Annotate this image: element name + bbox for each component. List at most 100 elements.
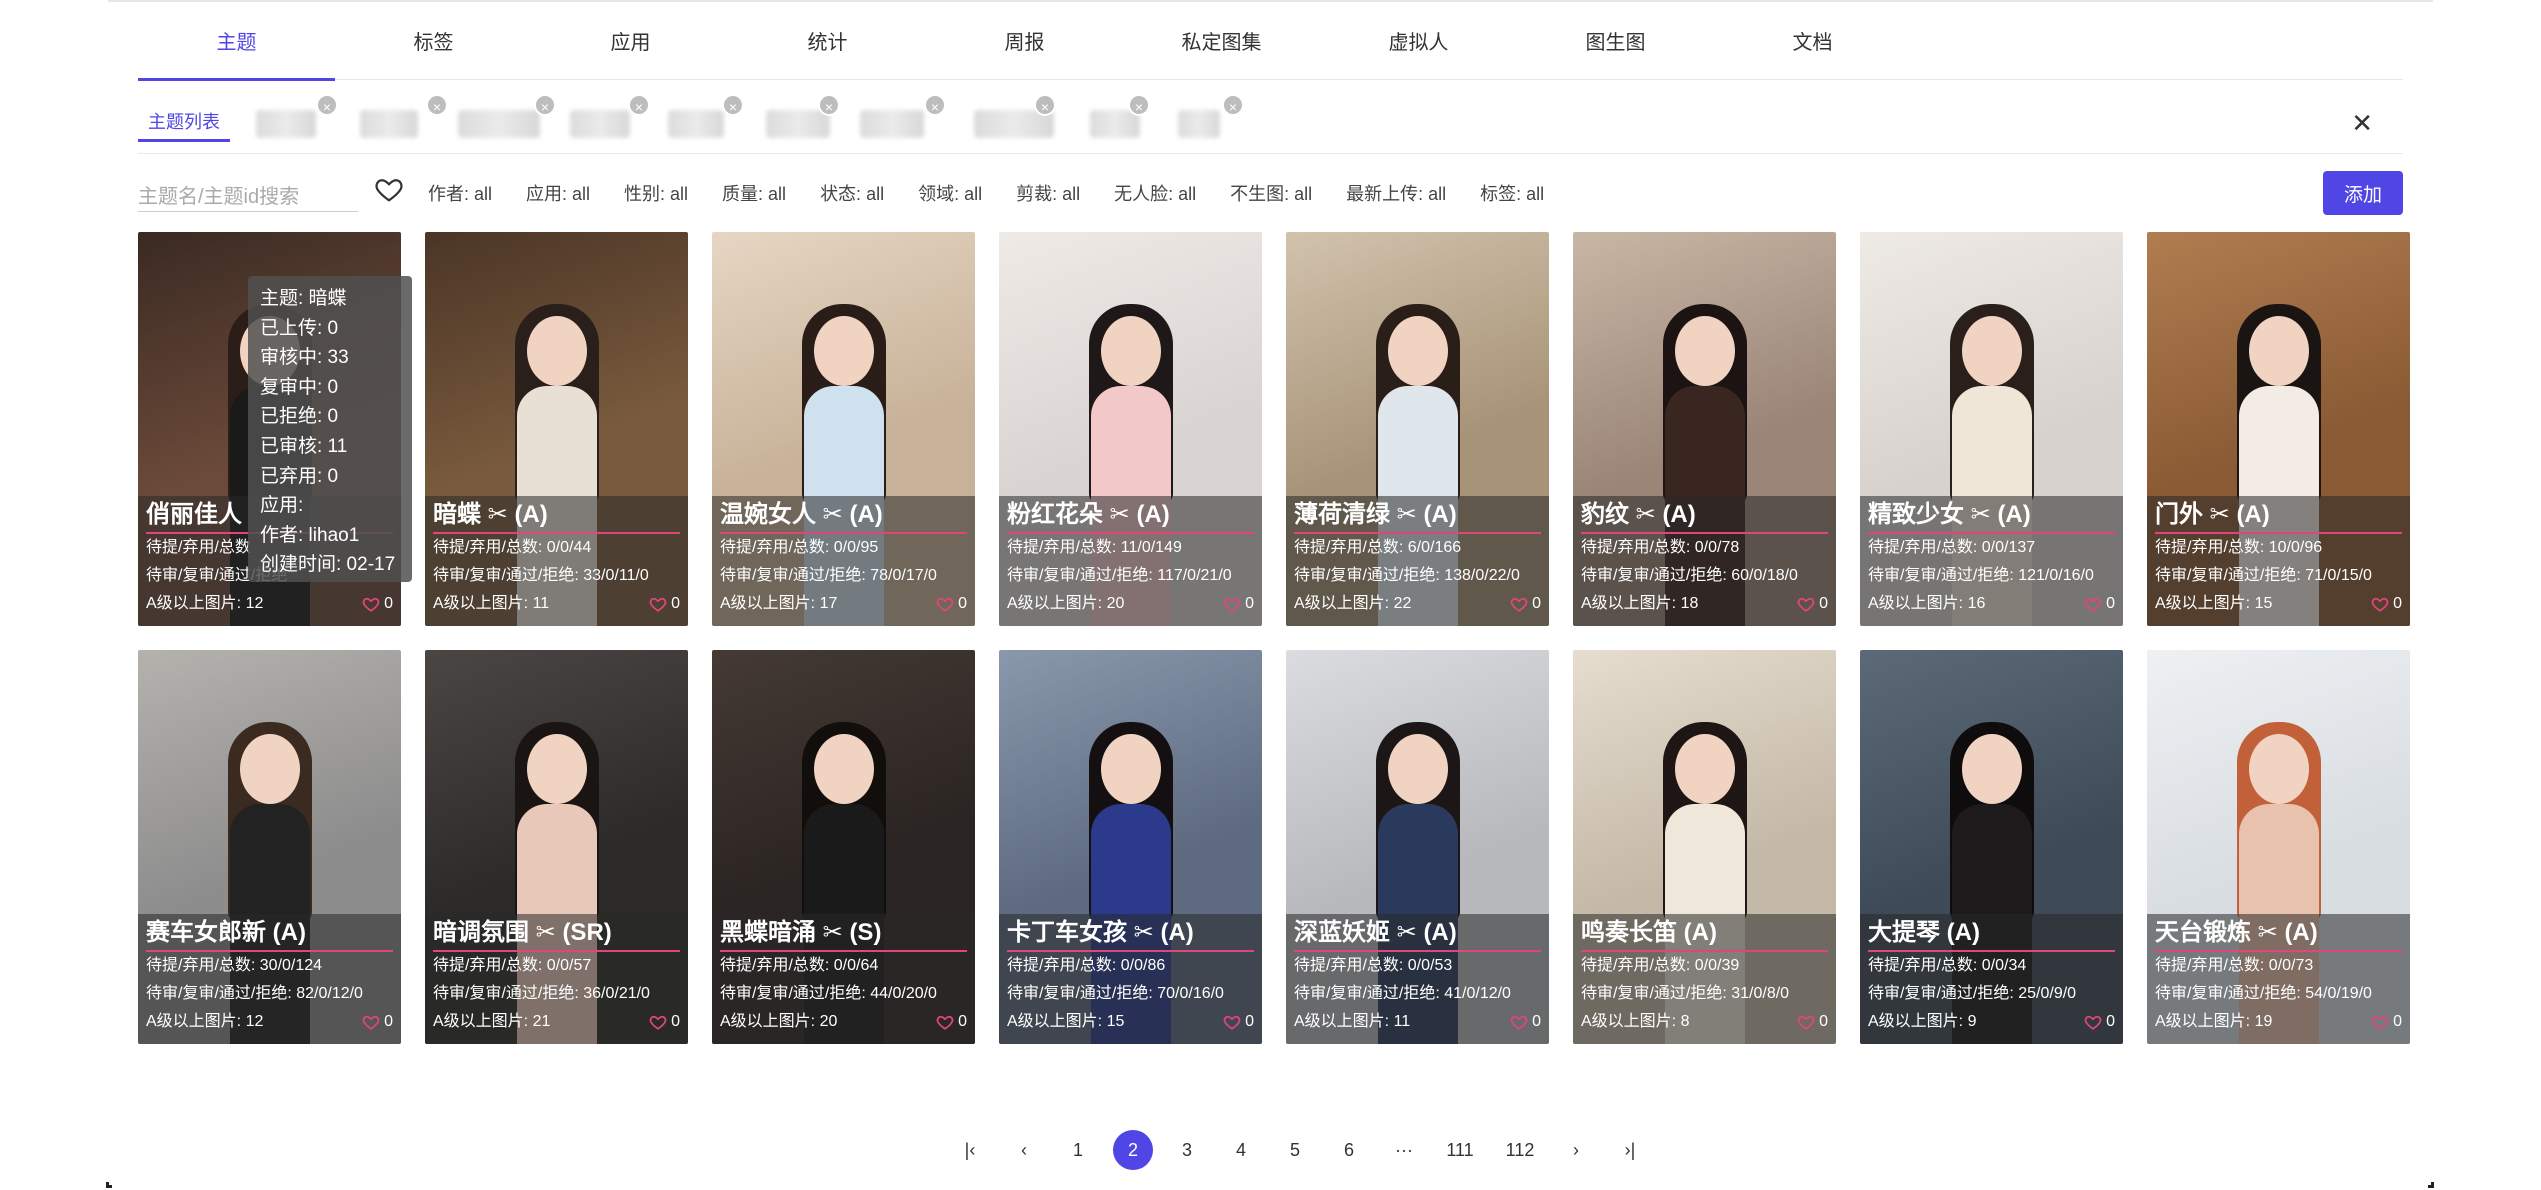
heart-outline-icon[interactable] [362,1013,380,1031]
close-all-icon[interactable]: ✕ [2351,108,2373,139]
tab-4[interactable]: 周报 [926,0,1123,80]
heart-outline-icon[interactable] [2084,1013,2102,1031]
close-icon[interactable]: × [1222,94,1244,116]
heart-outline-icon[interactable] [1797,595,1815,613]
filter-dropdown[interactable]: 质量: all [722,180,786,206]
subtab-blurred[interactable] [668,110,724,138]
page-3[interactable]: 3 [1167,1130,1207,1170]
topic-card[interactable]: 大提琴 (A) 待提/弃用/总数: 0/0/34 待审/复审/通过/拒绝: 25/0… [1860,650,2123,1044]
card-line-submit: 待提/弃用/总数: 0/0/39 [1581,957,1740,974]
card-line-submit: 待提/弃用/总数: 0/0/137 [1868,539,2036,556]
tab-3[interactable]: 统计 [729,0,926,80]
topic-card[interactable]: 暗调氛围 ✂ (SR) 待提/弃用/总数: 0/0/57 待审/复审/通过/拒绝: … [425,650,688,1044]
search-input[interactable]: 主题名/主题id搜索 [138,172,358,212]
close-icon[interactable]: × [722,94,744,116]
page-5[interactable]: 5 [1275,1130,1315,1170]
tab-5[interactable]: 私定图集 [1123,0,1320,80]
heart-outline-icon[interactable] [649,595,667,613]
close-icon[interactable]: × [1128,94,1150,116]
topic-card[interactable]: 精致少女 ✂ (A) 待提/弃用/总数: 0/0/137 待审/复审/通过/拒绝: … [1860,232,2123,626]
close-icon[interactable]: × [1034,94,1056,116]
tab-0[interactable]: 主题 [138,0,335,81]
page-6[interactable]: 6 [1329,1130,1369,1170]
filter-dropdown[interactable]: 领域: all [918,180,982,206]
card-line-submit: 待提/弃用/总数: 0/0/78 [1581,539,1740,556]
filter-dropdown[interactable]: 最新上传: all [1346,180,1446,206]
tab-7[interactable]: 图生图 [1517,0,1714,80]
topic-card[interactable]: 赛车女郎新 (A) 待提/弃用/总数: 30/0/124 待审/复审/通过/拒绝: … [138,650,401,1044]
add-button[interactable]: 添加 [2323,171,2403,215]
filter-dropdown[interactable]: 无人脸: all [1114,180,1196,206]
close-icon[interactable]: × [534,94,556,116]
filter-dropdown[interactable]: 标签: all [1480,180,1544,206]
like-count: 0 [384,595,393,612]
heart-outline-icon[interactable] [1223,595,1241,613]
card-line-submit: 待提/弃用/总数: 0/0/57 [433,957,592,974]
topic-card[interactable]: 天台锻炼 ✂ (A) 待提/弃用/总数: 0/0/73 待审/复审/通过/拒绝: 5… [2147,650,2410,1044]
subtab-blurred[interactable] [458,110,540,138]
heart-outline-icon[interactable] [2084,595,2102,613]
heart-outline-icon[interactable] [2371,1013,2389,1031]
next-page-icon[interactable]: › [1556,1130,1596,1170]
heart-outline-icon[interactable] [374,174,404,204]
heart-outline-icon[interactable] [2371,595,2389,613]
close-icon[interactable]: × [316,94,338,116]
topic-card[interactable]: 豹纹 ✂ (A) 待提/弃用/总数: 0/0/78 待审/复审/通过/拒绝: 60/… [1573,232,1836,626]
heart-outline-icon[interactable] [649,1013,667,1031]
filter-dropdown[interactable]: 应用: all [526,180,590,206]
topic-card[interactable]: 黑蝶暗涌 ✂ (S) 待提/弃用/总数: 0/0/64 待审/复审/通过/拒绝: 4… [712,650,975,1044]
topic-card[interactable]: 暗蝶 ✂ (A) 待提/弃用/总数: 0/0/44 待审/复审/通过/拒绝: 33/… [425,232,688,626]
filter-dropdown[interactable]: 剪裁: all [1016,180,1080,206]
subtab-row: 主题列表 × × × × × × × × × × ✕ [138,88,2403,154]
heart-outline-icon[interactable] [1510,595,1528,613]
topic-card[interactable]: 薄荷清绿 ✂ (A) 待提/弃用/总数: 6/0/166 待审/复审/通过/拒绝: … [1286,232,1549,626]
heart-outline-icon[interactable] [362,595,380,613]
tab-2[interactable]: 应用 [532,0,729,80]
heart-outline-icon[interactable] [936,595,954,613]
topic-card[interactable]: 卡丁车女孩 ✂ (A) 待提/弃用/总数: 0/0/86 待审/复审/通过/拒绝: … [999,650,1262,1044]
topic-card[interactable]: 深蓝妖姬 ✂ (A) 待提/弃用/总数: 0/0/53 待审/复审/通过/拒绝: 4… [1286,650,1549,1044]
page-112[interactable]: 112 [1500,1130,1540,1170]
heart-outline-icon[interactable] [1223,1013,1241,1031]
subtab-blurred[interactable] [1178,110,1220,138]
topic-card[interactable]: 门外 ✂ (A) 待提/弃用/总数: 10/0/96 待审/复审/通过/拒绝: 71… [2147,232,2410,626]
heart-outline-icon[interactable] [1797,1013,1815,1031]
close-icon[interactable]: × [924,94,946,116]
prev-page-icon[interactable]: ‹ [1004,1130,1044,1170]
subtab-blurred[interactable] [860,110,924,138]
page-2[interactable]: 2 [1113,1130,1153,1170]
last-page-icon[interactable]: ›| [1610,1130,1650,1170]
subtab-topic-list[interactable]: 主题列表 [138,102,230,142]
close-icon[interactable]: × [426,94,448,116]
filter-dropdown[interactable]: 作者: all [428,180,492,206]
page-1[interactable]: 1 [1058,1130,1098,1170]
card-info: 暗蝶 ✂ (A) 待提/弃用/总数: 0/0/44 待审/复审/通过/拒绝: 33/… [425,496,688,626]
tab-1[interactable]: 标签 [335,0,532,80]
subtab-blurred[interactable] [570,110,630,138]
topic-card[interactable]: 鸣奏长笛 (A) 待提/弃用/总数: 0/0/39 待审/复审/通过/拒绝: 31/… [1573,650,1836,1044]
filter-dropdown[interactable]: 性别: all [624,180,688,206]
heart-outline-icon[interactable] [1510,1013,1528,1031]
filter-dropdown[interactable]: 不生图: all [1230,180,1312,206]
topic-card[interactable]: 粉红花朵 ✂ (A) 待提/弃用/总数: 11/0/149 待审/复审/通过/拒绝:… [999,232,1262,626]
subtab-blurred[interactable] [256,110,316,138]
card-info: 深蓝妖姬 ✂ (A) 待提/弃用/总数: 0/0/53 待审/复审/通过/拒绝: 4… [1286,914,1549,1044]
subtab-blurred[interactable] [360,110,418,138]
close-icon[interactable]: × [818,94,840,116]
heart-outline-icon[interactable] [936,1013,954,1031]
page-111[interactable]: 111 [1440,1130,1480,1170]
card-line-grade: A级以上图片: 12 [146,1013,264,1030]
topic-card[interactable]: 温婉女人 ✂ (A) 待提/弃用/总数: 0/0/95 待审/复审/通过/拒绝: 7… [712,232,975,626]
card-line-grade: A级以上图片: 20 [720,1013,838,1030]
card-line-submit: 待提/弃用/总数: 0/0/86 [1007,957,1166,974]
subtab-blurred[interactable] [766,110,830,138]
close-icon[interactable]: × [628,94,650,116]
tab-8[interactable]: 文档 [1714,0,1911,80]
first-page-icon[interactable]: |‹ [950,1130,990,1170]
tab-6[interactable]: 虚拟人 [1320,0,1517,80]
page-4[interactable]: 4 [1221,1130,1261,1170]
filter-dropdown[interactable]: 状态: all [820,180,884,206]
card-info: 鸣奏长笛 (A) 待提/弃用/总数: 0/0/39 待审/复审/通过/拒绝: 31/… [1573,914,1836,1044]
page-···[interactable]: ··· [1384,1130,1424,1170]
topic-grid: 俏丽佳人 待提/弃用/总数 待审/复审/通过/拒绝 A级以上图片: 12 0 暗蝶 ✂ (… [138,232,2410,1044]
